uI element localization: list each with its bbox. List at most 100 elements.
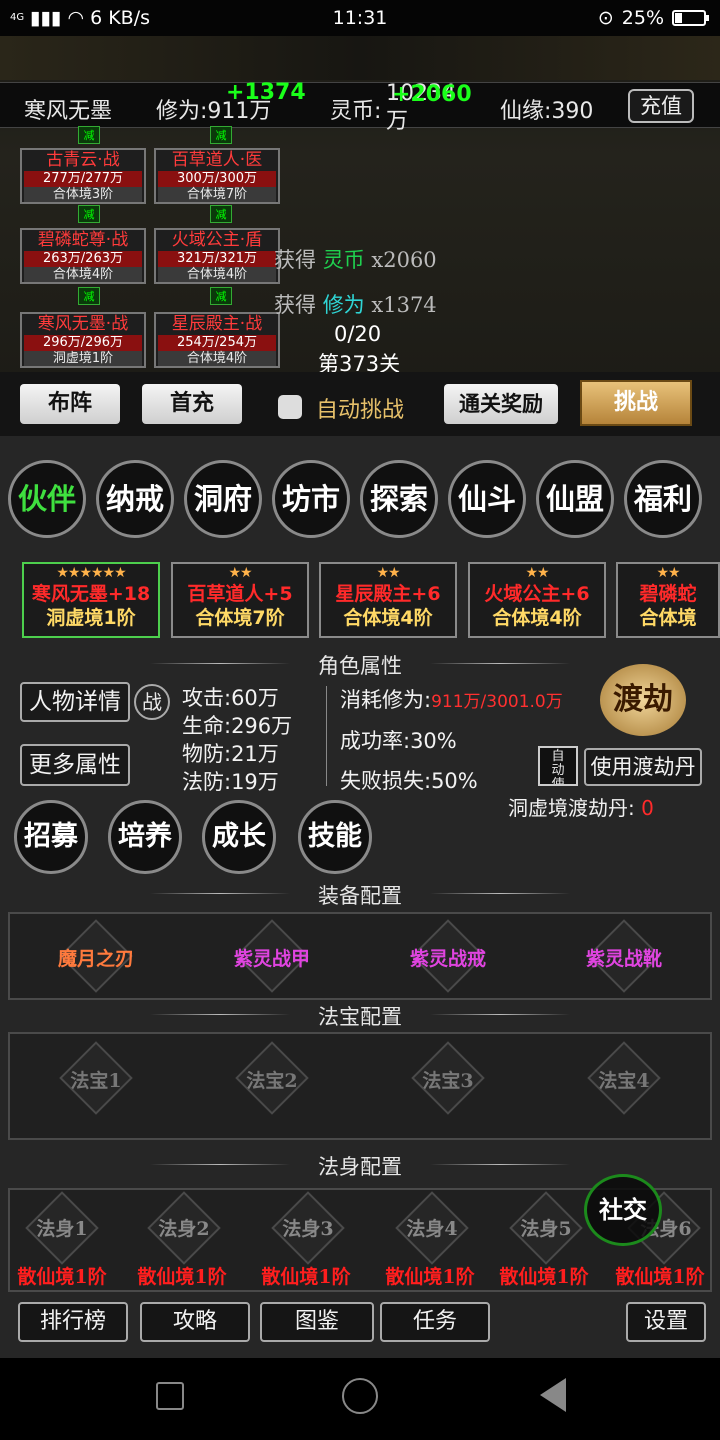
battle-unit[interactable]: 寒风无墨·战 296万/296万 洞虚境1阶 [20, 312, 146, 368]
back-icon[interactable] [540, 1378, 566, 1412]
cost-value: 911万/3001.0万 [431, 692, 563, 712]
pill-count-label: 洞虚境渡劫丹: 0 [508, 792, 654, 821]
gain-item: 灵币 [322, 248, 365, 272]
more-attributes-button[interactable]: 更多属性 [20, 744, 130, 786]
partner-name: 百草道人+5 [187, 583, 293, 605]
guide-button[interactable]: 攻略 [140, 1302, 250, 1342]
tab-duel[interactable]: 仙斗 [448, 460, 526, 538]
battle-unit[interactable]: 碧磷蛇尊·战 263万/263万 合体境4阶 [20, 228, 146, 284]
unit-name: 古青云·战 [46, 150, 120, 170]
partner-card[interactable]: ★★ 星辰殿主+6 合体境4阶 [319, 562, 457, 638]
status-right: ⊙ 25% [597, 7, 709, 29]
body-realm: 散仙境1阶 [499, 1266, 589, 1288]
treasure-slot-2[interactable]: 法宝2 [224, 1066, 320, 1093]
battle-unit[interactable]: 百草道人·医 300万/300万 合体境7阶 [154, 148, 280, 204]
equip-armor[interactable]: 紫灵战甲 [224, 944, 320, 971]
partner-name: 星辰殿主+6 [335, 583, 441, 605]
lock-rotation-icon: ⊙ [597, 7, 614, 29]
character-detail-button[interactable]: 人物详情 [20, 682, 130, 722]
body-realm: 散仙境1阶 [137, 1266, 227, 1288]
equip-boots[interactable]: 紫灵战靴 [576, 944, 672, 971]
first-recharge-button[interactable]: 首充 [142, 384, 242, 424]
unit-name: 星辰殿主·战 [171, 314, 263, 334]
treasure-slot-4[interactable]: 法宝4 [576, 1066, 672, 1093]
star-rating: ★★ [228, 565, 252, 581]
tasks-button[interactable]: 任务 [380, 1302, 490, 1342]
tab-welfare[interactable]: 福利 [624, 460, 702, 538]
debuff-icon: 减 [78, 126, 100, 144]
treasure-slot-1[interactable]: 法宝1 [48, 1066, 144, 1093]
partner-card[interactable]: ★★★★★★ 寒风无墨+18 洞虚境1阶 [22, 562, 160, 638]
partner-realm: 合体境 [639, 607, 697, 629]
skill-button[interactable]: 技能 [298, 800, 372, 874]
auto-use-checkbox[interactable]: 自动使用 [538, 746, 578, 786]
recharge-button[interactable]: 充值 [628, 89, 694, 123]
unit-name: 寒风无墨·战 [37, 314, 129, 334]
partner-card[interactable]: ★★ 火域公主+6 合体境4阶 [468, 562, 606, 638]
partner-name: 寒风无墨+18 [31, 583, 151, 605]
body-slot-3[interactable]: 法身3 [258, 1214, 358, 1241]
gain-amount: x1374 [371, 293, 437, 317]
social-button[interactable]: 社交 [584, 1174, 662, 1246]
tab-ring[interactable]: 纳戒 [96, 460, 174, 538]
growth-button[interactable]: 成长 [202, 800, 276, 874]
stat-magic-def: 法防:19万 [182, 770, 279, 794]
home-icon[interactable] [342, 1378, 378, 1414]
cultivation-gain: +1374 [226, 80, 306, 105]
settings-button[interactable]: 设置 [626, 1302, 706, 1342]
tab-alliance[interactable]: 仙盟 [536, 460, 614, 538]
battle-unit[interactable]: 古青云·战 277万/277万 合体境3阶 [20, 148, 146, 204]
body-slot-5[interactable]: 法身5 [496, 1214, 596, 1241]
challenge-button[interactable]: 挑战 [580, 380, 692, 426]
gain-prefix: 获得 [274, 248, 316, 272]
body-realm: 散仙境1阶 [615, 1266, 705, 1288]
formation-button[interactable]: 布阵 [20, 384, 120, 424]
tab-partner[interactable]: 伙伴 [8, 460, 86, 538]
recents-icon[interactable] [156, 1382, 184, 1410]
unit-hp: 296万/296万 [24, 335, 142, 351]
unit-hp: 321万/321万 [158, 251, 276, 267]
partner-realm: 合体境4阶 [492, 607, 582, 629]
stat-phys-def: 物防:21万 [182, 742, 279, 766]
treasure-slot-3[interactable]: 法宝3 [400, 1066, 496, 1093]
tab-market[interactable]: 坊市 [272, 460, 350, 538]
spirit-coin-gain: +2060 [392, 82, 472, 107]
fate-points: 仙缘:390 [500, 99, 594, 124]
recruit-button[interactable]: 招募 [14, 800, 88, 874]
partner-realm: 洞虚境1阶 [46, 607, 136, 629]
equip-weapon[interactable]: 魔月之刃 [48, 944, 144, 971]
tab-cave[interactable]: 洞府 [184, 460, 262, 538]
spirit-coin-unit: 万 [386, 109, 409, 134]
atlas-button[interactable]: 图鉴 [260, 1302, 374, 1342]
star-rating: ★★★★★★ [56, 565, 126, 581]
partner-card[interactable]: ★★ 碧磷蛇 合体境 [616, 562, 720, 638]
section-title-equipment: 装备配置 [318, 884, 402, 908]
equip-ring[interactable]: 紫灵战戒 [400, 944, 496, 971]
battle-unit[interactable]: 火域公主·盾 321万/321万 合体境4阶 [154, 228, 280, 284]
ranking-button[interactable]: 排行榜 [18, 1302, 128, 1342]
body-realm: 散仙境1阶 [261, 1266, 351, 1288]
failure-loss: 失败损失:50% [340, 769, 478, 793]
battle-unit[interactable]: 星辰殿主·战 254万/254万 合体境4阶 [154, 312, 280, 368]
wave-progress: 0/20 [334, 322, 382, 346]
auto-challenge-checkbox[interactable] [278, 395, 302, 419]
success-rate: 成功率:30% [340, 729, 457, 753]
gain-cultivation: 获得 修为 x1374 [274, 289, 437, 319]
tab-explore[interactable]: 探索 [360, 460, 438, 538]
tribulation-icon[interactable]: 渡劫 [600, 664, 686, 736]
battery-icon [672, 10, 709, 26]
unit-hp: 300万/300万 [158, 171, 276, 187]
clear-reward-button[interactable]: 通关奖励 [444, 384, 558, 424]
body-slot-4[interactable]: 法身4 [382, 1214, 482, 1241]
body-slot-1[interactable]: 法身1 [12, 1214, 112, 1241]
gain-spirit-coin: 获得 灵币 x2060 [274, 244, 437, 274]
use-pill-button[interactable]: 使用渡劫丹 [584, 748, 702, 786]
train-button[interactable]: 培养 [108, 800, 182, 874]
body-slot-2[interactable]: 法身2 [134, 1214, 234, 1241]
auto-challenge-label[interactable]: 自动挑战 [316, 392, 404, 424]
partner-card[interactable]: ★★ 百草道人+5 合体境7阶 [171, 562, 309, 638]
debuff-icon: 减 [78, 205, 100, 223]
body-realm: 散仙境1阶 [17, 1266, 107, 1288]
unit-hp: 254万/254万 [158, 335, 276, 351]
pill-count: 0 [641, 796, 654, 820]
